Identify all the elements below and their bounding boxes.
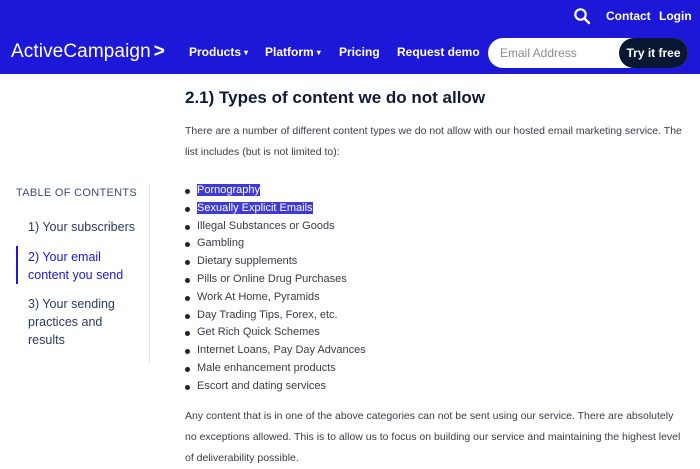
bullet-icon bbox=[185, 331, 190, 337]
list-item-text: Get Rich Quick Schemes bbox=[197, 326, 320, 339]
list-item: Pornography bbox=[185, 182, 366, 200]
list-item-text: Internet Loans, Pay Day Advances bbox=[197, 344, 366, 357]
bullet-icon bbox=[185, 206, 190, 212]
main-navbar: ActiveCampaign > Products ▾ Platform ▾ Pric… bbox=[0, 32, 700, 74]
nav-pricing[interactable]: Pricing bbox=[339, 45, 380, 59]
toc-item-email-content[interactable]: 2) Your email content you send bbox=[28, 248, 128, 284]
list-item: Work At Home, Pyramids bbox=[185, 289, 366, 307]
list-item: Day Trading Tips, Forex, etc. bbox=[185, 307, 366, 325]
list-item: Dietary supplements bbox=[185, 253, 366, 271]
bullet-icon bbox=[185, 313, 190, 319]
list-item: Internet Loans, Pay Day Advances bbox=[185, 342, 366, 360]
email-address-input[interactable] bbox=[500, 45, 615, 61]
nav-platform[interactable]: Platform ▾ bbox=[265, 45, 321, 59]
bullet-icon bbox=[185, 295, 190, 301]
list-item: Escort and dating services bbox=[185, 378, 366, 396]
login-link[interactable]: Login bbox=[659, 9, 692, 23]
search-icon[interactable] bbox=[573, 7, 591, 25]
try-it-free-button[interactable]: Try it free bbox=[619, 38, 688, 68]
logo-arrow-icon: > bbox=[153, 41, 165, 62]
list-item-text: Dietary supplements bbox=[197, 255, 298, 268]
section-heading: 2.1) Types of content we do not allow bbox=[185, 88, 486, 107]
intro-paragraph: There are a number of different content … bbox=[185, 125, 682, 158]
activecampaign-logo[interactable]: ActiveCampaign > bbox=[11, 41, 165, 63]
bullet-icon bbox=[185, 277, 190, 283]
list-item-text: Pills or Online Drug Purchases bbox=[197, 272, 347, 285]
toc-item-sending-practices[interactable]: 3) Your sending practices and results bbox=[28, 295, 128, 349]
contact-link[interactable]: Contact bbox=[606, 9, 651, 23]
top-utility-bar: Contact Login bbox=[0, 0, 700, 32]
list-item-text: Work At Home, Pyramids bbox=[197, 290, 320, 303]
nav-request-demo[interactable]: Request demo bbox=[397, 45, 480, 59]
nav-platform-label: Platform bbox=[265, 45, 314, 59]
bullet-icon bbox=[185, 349, 190, 355]
list-item-text: Gambling bbox=[197, 237, 245, 250]
bullet-icon bbox=[185, 260, 190, 266]
bullet-icon bbox=[185, 366, 190, 372]
bullet-icon bbox=[185, 384, 190, 390]
list-item-text: Male enhancement products bbox=[197, 361, 336, 374]
list-item: Male enhancement products bbox=[185, 360, 366, 378]
outro-paragraph: Any content that is in one of the above … bbox=[185, 410, 681, 464]
list-item-text: Sexually Explicit Emails bbox=[197, 201, 313, 214]
list-item: Illegal Substances or Goods bbox=[185, 218, 366, 236]
bullet-icon bbox=[185, 224, 190, 230]
list-item-text: Day Trading Tips, Forex, etc. bbox=[197, 308, 338, 321]
disallowed-content-list: Pornography Sexually Explicit Emails Ill… bbox=[185, 182, 366, 396]
toc-divider bbox=[149, 184, 150, 364]
list-item: Pills or Online Drug Purchases bbox=[185, 271, 366, 289]
toc-active-indicator bbox=[16, 246, 18, 284]
toc-item-subscribers[interactable]: 1) Your subscribers bbox=[28, 218, 143, 236]
chevron-down-icon: ▾ bbox=[316, 48, 321, 57]
chevron-down-icon: ▾ bbox=[244, 48, 249, 57]
list-item-text: Pornography bbox=[197, 184, 260, 196]
list-item: Get Rich Quick Schemes bbox=[185, 324, 366, 342]
list-item: Gambling bbox=[185, 235, 366, 253]
toc-title: TABLE OF CONTENTS bbox=[16, 187, 138, 199]
nav-products[interactable]: Products ▾ bbox=[189, 45, 248, 59]
bullet-icon bbox=[185, 189, 190, 194]
logo-text: ActiveCampaign bbox=[11, 41, 151, 62]
nav-products-label: Products bbox=[189, 45, 242, 59]
list-item-text: Escort and dating services bbox=[197, 379, 327, 392]
list-item: Sexually Explicit Emails bbox=[185, 200, 366, 218]
bullet-icon bbox=[185, 242, 190, 248]
list-item-text: Illegal Substances or Goods bbox=[197, 219, 335, 232]
